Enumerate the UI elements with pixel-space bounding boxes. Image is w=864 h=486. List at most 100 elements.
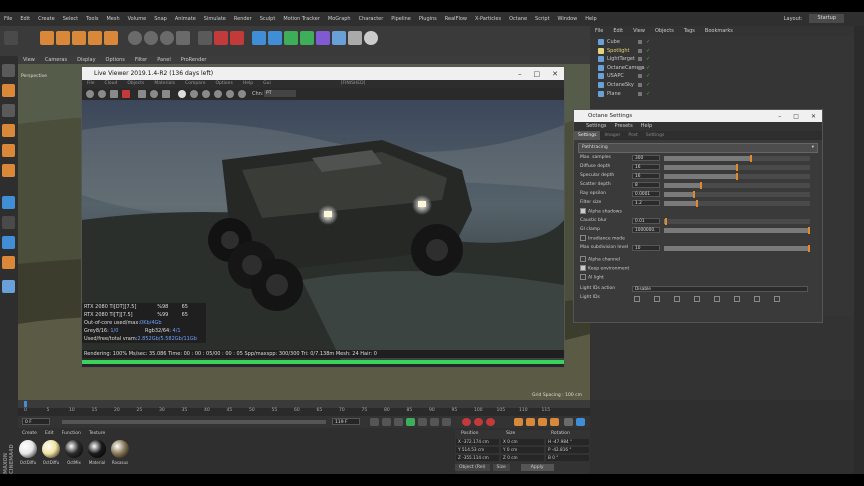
menu-item-window[interactable]: Window bbox=[554, 16, 582, 22]
rotation-key-icon[interactable] bbox=[526, 418, 535, 426]
edges-mode-icon[interactable] bbox=[2, 144, 15, 157]
octane-tab-post-2[interactable]: Post bbox=[624, 131, 641, 140]
checkbox-row[interactable]: Alpha channel bbox=[580, 256, 620, 264]
object-list-item[interactable]: USAPC ✓ bbox=[598, 72, 650, 80]
octane-menu-help[interactable]: Help bbox=[637, 122, 656, 131]
light-id-toggle[interactable] bbox=[774, 296, 780, 302]
viewport-menu-filter[interactable]: Filter bbox=[130, 56, 152, 64]
right-tab-strip[interactable] bbox=[854, 26, 864, 474]
rotation-field[interactable]: B 0 ° bbox=[546, 455, 589, 461]
start-frame-field[interactable]: 0 F bbox=[22, 418, 50, 425]
menu-item-character[interactable]: Character bbox=[355, 16, 388, 22]
viewport-menu-display[interactable]: Display bbox=[72, 56, 100, 64]
checkbox[interactable] bbox=[580, 265, 586, 271]
camera-target-icon[interactable] bbox=[226, 90, 234, 98]
coordinate-system-icon[interactable] bbox=[176, 31, 190, 45]
material-menu-texture[interactable]: Texture bbox=[85, 430, 109, 438]
slider-handle[interactable] bbox=[695, 200, 698, 207]
light-id-toggle[interactable] bbox=[634, 296, 640, 302]
light-id-toggle[interactable] bbox=[654, 296, 660, 302]
render-view-icon[interactable] bbox=[198, 31, 212, 45]
param-value-field[interactable]: 16 bbox=[632, 173, 660, 179]
grid-icon[interactable] bbox=[2, 280, 15, 293]
minimize-icon[interactable]: – bbox=[778, 113, 781, 120]
visibility-dots-icon[interactable] bbox=[638, 48, 642, 53]
gear-icon[interactable] bbox=[150, 90, 158, 98]
menu-item-render[interactable]: Render bbox=[230, 16, 256, 22]
object-list-item[interactable]: Spotlight ✓ bbox=[598, 47, 650, 55]
menu-item-pipeline[interactable]: Pipeline bbox=[387, 16, 415, 22]
points-mode-icon[interactable] bbox=[2, 124, 15, 137]
live-viewer-titlebar[interactable]: Live Viewer 2019.1.4-R2 (136 days left) … bbox=[82, 67, 564, 80]
coordinate-mode-select[interactable]: Object (Rel) bbox=[455, 464, 490, 471]
live-viewer-menu-objects[interactable]: Objects bbox=[122, 80, 149, 88]
menu-item-octane[interactable]: Octane bbox=[505, 16, 531, 22]
menu-item-simulate[interactable]: Simulate bbox=[200, 16, 230, 22]
live-viewer-menu-materials[interactable]: Materials bbox=[149, 80, 180, 88]
object-manager-menu-edit[interactable]: Edit bbox=[608, 26, 628, 36]
scale-tool-icon[interactable] bbox=[72, 31, 86, 45]
channel-select[interactable]: PT bbox=[264, 90, 296, 97]
position-field[interactable]: Z -355.114 cm bbox=[456, 455, 499, 461]
material-item[interactable]: OctDiffu bbox=[41, 440, 61, 465]
array-icon[interactable] bbox=[300, 31, 314, 45]
enable-check-icon[interactable]: ✓ bbox=[646, 90, 650, 98]
render-picture-icon[interactable] bbox=[214, 31, 228, 45]
play-icon[interactable] bbox=[406, 418, 415, 426]
apply-button[interactable]: Apply bbox=[520, 464, 554, 471]
size-field[interactable]: Y 0 cm bbox=[501, 447, 544, 453]
size-field[interactable]: X 0 cm bbox=[501, 439, 544, 445]
param-value-field[interactable]: 16 bbox=[632, 164, 660, 170]
checkbox-row[interactable]: AI light bbox=[580, 274, 604, 282]
param-slider[interactable] bbox=[664, 182, 810, 189]
slider-handle[interactable] bbox=[808, 245, 810, 252]
lock-resolution-icon[interactable] bbox=[162, 90, 170, 98]
param-slider[interactable] bbox=[664, 245, 810, 252]
select-tool-icon[interactable] bbox=[40, 31, 54, 45]
param-slider[interactable] bbox=[664, 191, 810, 198]
slider-handle[interactable] bbox=[750, 155, 753, 162]
enable-check-icon[interactable]: ✓ bbox=[646, 38, 650, 46]
rotation-field[interactable]: H -47.984 ° bbox=[546, 439, 589, 445]
workplane-icon[interactable] bbox=[2, 236, 15, 249]
param-value-field[interactable]: 0.01 bbox=[632, 218, 660, 224]
light-id-toggle[interactable] bbox=[754, 296, 760, 302]
visibility-dots-icon[interactable] bbox=[638, 65, 642, 70]
octane-settings-titlebar[interactable]: Octane Settings – □ ✕ bbox=[574, 110, 822, 122]
param-value-field[interactable]: 0.0001 bbox=[632, 191, 660, 197]
spline-pen-icon[interactable] bbox=[268, 31, 282, 45]
x-axis-icon[interactable] bbox=[128, 31, 142, 45]
point-level-icon[interactable] bbox=[564, 418, 573, 426]
slider-handle[interactable] bbox=[808, 227, 810, 234]
menu-item-mograph[interactable]: MoGraph bbox=[324, 16, 355, 22]
material-item[interactable]: OctMix bbox=[64, 440, 84, 465]
menu-item-create[interactable]: Create bbox=[34, 16, 59, 22]
scale-key-icon[interactable] bbox=[538, 418, 547, 426]
maximize-icon[interactable]: □ bbox=[534, 70, 541, 78]
live-viewer-menu-options[interactable]: Options bbox=[210, 80, 237, 88]
param-slider[interactable] bbox=[664, 227, 810, 234]
viewport-menu-cameras[interactable]: Cameras bbox=[40, 56, 72, 64]
menu-item-realflow[interactable]: RealFlow bbox=[441, 16, 471, 22]
slider-handle[interactable] bbox=[736, 173, 738, 180]
visibility-dots-icon[interactable] bbox=[638, 91, 642, 96]
playhead[interactable] bbox=[24, 401, 27, 407]
scene-icon[interactable] bbox=[332, 31, 346, 45]
stop-render-icon[interactable] bbox=[122, 90, 130, 98]
model-mode-icon[interactable] bbox=[2, 84, 15, 97]
timeline-menu-icon[interactable] bbox=[576, 418, 585, 426]
deformer-icon[interactable] bbox=[316, 31, 330, 45]
slider-handle[interactable] bbox=[700, 182, 702, 189]
menu-item-plugins[interactable]: Plugins bbox=[415, 16, 441, 22]
object-list-item[interactable]: Cube ✓ bbox=[598, 38, 650, 46]
object-list-item[interactable]: Plane ✓ bbox=[598, 90, 650, 98]
object-manager-menu-bookmarks[interactable]: Bookmarks bbox=[700, 26, 738, 36]
param-slider[interactable] bbox=[664, 200, 810, 207]
position-field[interactable]: X -372.174 cm bbox=[456, 439, 499, 445]
clay-mode-icon[interactable] bbox=[178, 90, 186, 98]
object-list-item[interactable]: LightTarget ✓ bbox=[598, 55, 650, 63]
timeline-bar[interactable] bbox=[18, 400, 590, 408]
cube-icon[interactable] bbox=[252, 31, 266, 45]
menu-item-sculpt[interactable]: Sculpt bbox=[256, 16, 280, 22]
visibility-dots-icon[interactable] bbox=[638, 74, 642, 79]
